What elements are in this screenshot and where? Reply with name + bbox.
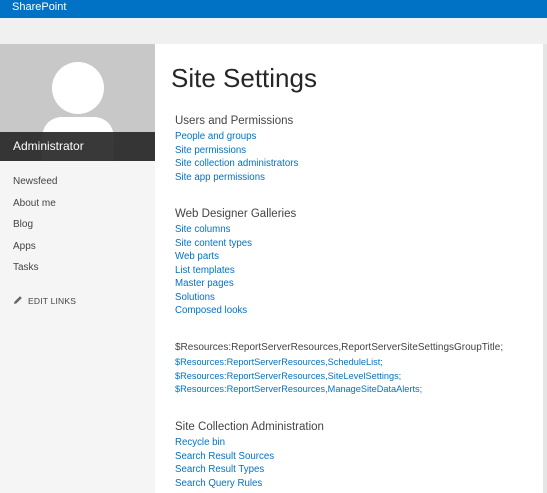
profile-picture[interactable]: Administrator (0, 44, 155, 161)
section-heading: $Resources:ReportServerResources,ReportS… (175, 342, 504, 353)
users-and-permissions-section: Users and Permissions People and groups … (175, 115, 298, 184)
site-app-permissions-link[interactable]: Site app permissions (175, 171, 298, 185)
quick-launch-about-me[interactable]: About me (13, 198, 57, 220)
section-heading: Site Collection Administration (175, 421, 324, 433)
site-columns-link[interactable]: Site columns (175, 223, 296, 237)
composed-looks-link[interactable]: Composed looks (175, 304, 296, 318)
section-heading: Web Designer Galleries (175, 208, 297, 220)
site-content-types-link[interactable]: Site content types (175, 237, 296, 251)
master-pages-link[interactable]: Master pages (175, 277, 296, 291)
web-parts-link[interactable]: Web parts (175, 250, 296, 264)
search-result-types-link[interactable]: Search Result Types (175, 463, 324, 477)
quick-launch-tasks[interactable]: Tasks (13, 262, 57, 284)
schedule-list-link[interactable]: $Resources:ReportServerResources,Schedul… (175, 356, 503, 370)
manage-site-data-alerts-link[interactable]: $Resources:ReportServerResources,ManageS… (175, 383, 503, 397)
section-heading: Users and Permissions (175, 115, 294, 127)
web-designer-galleries-section: Web Designer Galleries Site columns Site… (175, 208, 296, 318)
edit-links-label: EDIT LINKS (28, 296, 77, 306)
sharepoint-brand-link[interactable]: SharePoint (12, 1, 66, 13)
pencil-icon (14, 296, 22, 304)
site-collection-administration-section: Site Collection Administration Recycle b… (175, 421, 324, 490)
main-content: Site Settings Users and Permissions Peop… (155, 44, 547, 493)
site-level-settings-link[interactable]: $Resources:ReportServerResources,SiteLev… (175, 370, 503, 384)
quick-launch-newsfeed[interactable]: Newsfeed (13, 176, 57, 198)
recycle-bin-link[interactable]: Recycle bin (175, 436, 324, 450)
suite-bar: SharePoint (0, 0, 547, 18)
search-result-sources-link[interactable]: Search Result Sources (175, 450, 324, 464)
quick-launch: Newsfeed About me Blog Apps Tasks (13, 176, 57, 284)
vertical-scrollbar[interactable] (543, 44, 547, 493)
site-permissions-link[interactable]: Site permissions (175, 144, 298, 158)
people-and-groups-link[interactable]: People and groups (175, 130, 298, 144)
report-server-section: $Resources:ReportServerResources,ReportS… (175, 342, 503, 397)
ribbon-bar (0, 18, 547, 44)
solutions-link[interactable]: Solutions (175, 291, 296, 305)
edit-links-button[interactable]: EDIT LINKS (13, 295, 76, 306)
list-templates-link[interactable]: List templates (175, 264, 296, 278)
search-query-rules-link[interactable]: Search Query Rules (175, 477, 324, 491)
site-collection-administrators-link[interactable]: Site collection administrators (175, 157, 298, 171)
profile-name-bar: Administrator (0, 132, 155, 161)
quick-launch-apps[interactable]: Apps (13, 241, 57, 263)
profile-name[interactable]: Administrator (13, 139, 84, 153)
page-title: Site Settings (171, 63, 317, 93)
quick-launch-blog[interactable]: Blog (13, 219, 57, 241)
left-navigation-pane: Administrator Newsfeed About me Blog App… (0, 44, 155, 493)
